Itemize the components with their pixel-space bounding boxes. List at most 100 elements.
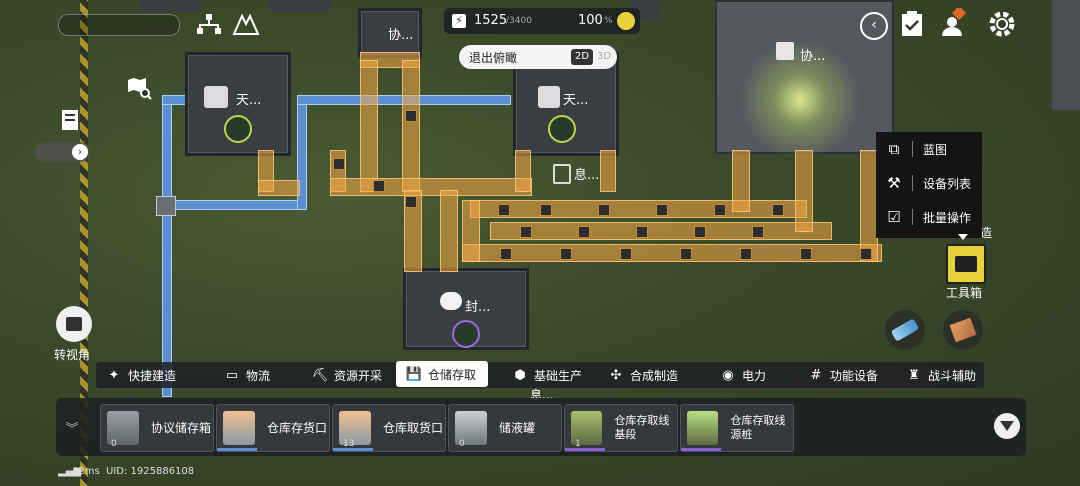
tab-label: 功能设备 [830, 368, 879, 383]
belt-node [714, 204, 726, 216]
tab-label: 电力 [742, 368, 767, 383]
tower-icon[interactable] [232, 12, 260, 38]
tab-combat[interactable]: ♜ 战斗辅助 [906, 363, 976, 387]
power-percent: 100 [578, 13, 603, 28]
belt-node [772, 204, 784, 216]
belt-segment[interactable] [515, 150, 531, 192]
pipe-junction[interactable] [156, 196, 176, 216]
crystal-icon [890, 318, 920, 342]
menu-item-label: 蓝图 [923, 142, 948, 157]
device-list-icon: ⚒ [887, 174, 901, 192]
map-search-icon[interactable] [126, 76, 152, 100]
storage-icon: 💾 [405, 366, 423, 382]
sky-machine-left-icon [204, 86, 228, 108]
deposit-port-icon [223, 411, 255, 445]
pipe-horizontal[interactable] [170, 200, 307, 210]
belt-segment[interactable] [330, 178, 532, 196]
slot-tier-bar [565, 448, 605, 451]
belt-node [860, 248, 872, 260]
context-menu: ⧉ 蓝图 ⚒ 设备列表 ☑ 批量操作 [876, 132, 982, 238]
basic-production-icon: ⬢ [514, 367, 526, 383]
top-left-search-bar[interactable] [58, 14, 180, 36]
belt-segment[interactable] [732, 150, 750, 212]
belt-segment[interactable] [440, 190, 458, 272]
belt-node [620, 248, 632, 260]
plate-icon [949, 317, 977, 343]
chevron-right-icon: › [72, 144, 88, 160]
tab-label: 仓储存取 [428, 367, 477, 382]
power-status-icon [617, 12, 635, 30]
belt-segment[interactable] [462, 200, 480, 262]
belt-segment[interactable] [462, 244, 882, 262]
build-slot-protocol-storage[interactable]: 0 协议储存箱 [100, 404, 214, 452]
tab-storage[interactable]: 💾 仓储存取 [396, 361, 488, 387]
tab-label: 战斗辅助 [928, 368, 977, 383]
tab-basic-production[interactable]: ⬢ 基础生产 [512, 363, 582, 387]
menu-item-blueprint[interactable]: ⧉ 蓝图 [876, 132, 982, 166]
belt-segment[interactable] [795, 150, 813, 232]
tab-resource[interactable]: ⛏ 资源开采 [312, 363, 382, 387]
top-machine-stub [270, 0, 330, 12]
function-icon: # [810, 367, 822, 383]
belt-segment[interactable] [258, 180, 300, 196]
sky-machine-right-icon [538, 86, 560, 108]
power-icon: ◉ [722, 367, 734, 383]
sky-machine-left-status [224, 115, 252, 143]
right-edge-structure [1052, 0, 1080, 110]
slot-tier-bar [681, 448, 721, 451]
filter-button[interactable] [994, 413, 1020, 439]
rotate-view-label: 转视角 [54, 348, 91, 362]
mode-3d-button[interactable]: 3D [595, 49, 613, 65]
pipe-short[interactable] [162, 95, 186, 105]
pipe-vertical[interactable] [162, 95, 172, 397]
build-slot-line-base[interactable]: 1 仓库存取线基段 [564, 404, 678, 452]
belt-segment[interactable] [360, 60, 378, 192]
clipboard-icon[interactable] [900, 10, 926, 38]
toolbox-button[interactable] [946, 244, 986, 284]
belt-segment[interactable] [402, 60, 420, 192]
belt-node [694, 226, 706, 238]
belt-segment[interactable] [600, 150, 616, 192]
belt-node [656, 204, 668, 216]
exit-overhead-label[interactable]: 退出俯瞰 [469, 49, 517, 66]
power-percent-unit: % [604, 16, 613, 26]
tab-function[interactable]: # 功能设备 [808, 363, 878, 387]
network-icon[interactable] [196, 12, 222, 38]
menu-item-device-list[interactable]: ⚒ 设备列表 [876, 166, 982, 200]
belt-segment[interactable] [470, 200, 807, 218]
view-mode-toggle[interactable]: 退出俯瞰 2D 3D [459, 45, 617, 69]
side-expand-toggle[interactable]: › [34, 142, 90, 162]
slot-tier-bar [333, 448, 373, 451]
crystal-item-button[interactable] [885, 310, 925, 350]
build-slot-withdraw-port[interactable]: 13 仓库取货口 [332, 404, 446, 452]
user-alert-icon[interactable] [940, 5, 970, 38]
build-slot-liquid-tank[interactable]: 0 储液罐 [448, 404, 562, 452]
synthesis-icon: ✣ [610, 367, 622, 383]
settings-gear-icon[interactable] [986, 8, 1018, 40]
belt-node [800, 248, 812, 260]
task-log-icon[interactable] [58, 108, 84, 134]
build-slot-line-source[interactable]: 仓库存取线源桩 [680, 404, 794, 452]
mode-2d-button[interactable]: 2D [571, 49, 593, 65]
build-slot-deposit-port[interactable]: 仓库存货口 [216, 404, 330, 452]
plate-item-button[interactable] [943, 310, 983, 350]
quick-build-icon: ✦ [108, 367, 120, 383]
batch-icon: ☑ [887, 208, 901, 226]
collapse-chevron-icon[interactable]: ︾ [64, 418, 80, 437]
rest-station-icon [553, 164, 571, 184]
tab-logistics[interactable]: ▭ 物流 [224, 363, 270, 387]
line-source-icon [687, 411, 719, 445]
tab-power[interactable]: ◉ 电力 [720, 363, 766, 387]
uid-text: UID: 1925886108 [106, 466, 195, 477]
menu-item-batch[interactable]: ☑ 批量操作 [876, 200, 982, 234]
tab-quick-build[interactable]: ✦ 快捷建造 [106, 363, 176, 387]
tab-synthesis[interactable]: ✣ 合成制造 [608, 363, 678, 387]
belt-node [752, 226, 764, 238]
seal-machine-icon [440, 292, 462, 310]
belt-segment[interactable] [490, 222, 832, 240]
belt-node [540, 204, 552, 216]
rotate-view-button[interactable] [56, 306, 92, 342]
rotate-view-icon [66, 317, 82, 331]
back-button[interactable]: ‹ [860, 12, 888, 40]
power-max: /3400 [506, 16, 532, 26]
